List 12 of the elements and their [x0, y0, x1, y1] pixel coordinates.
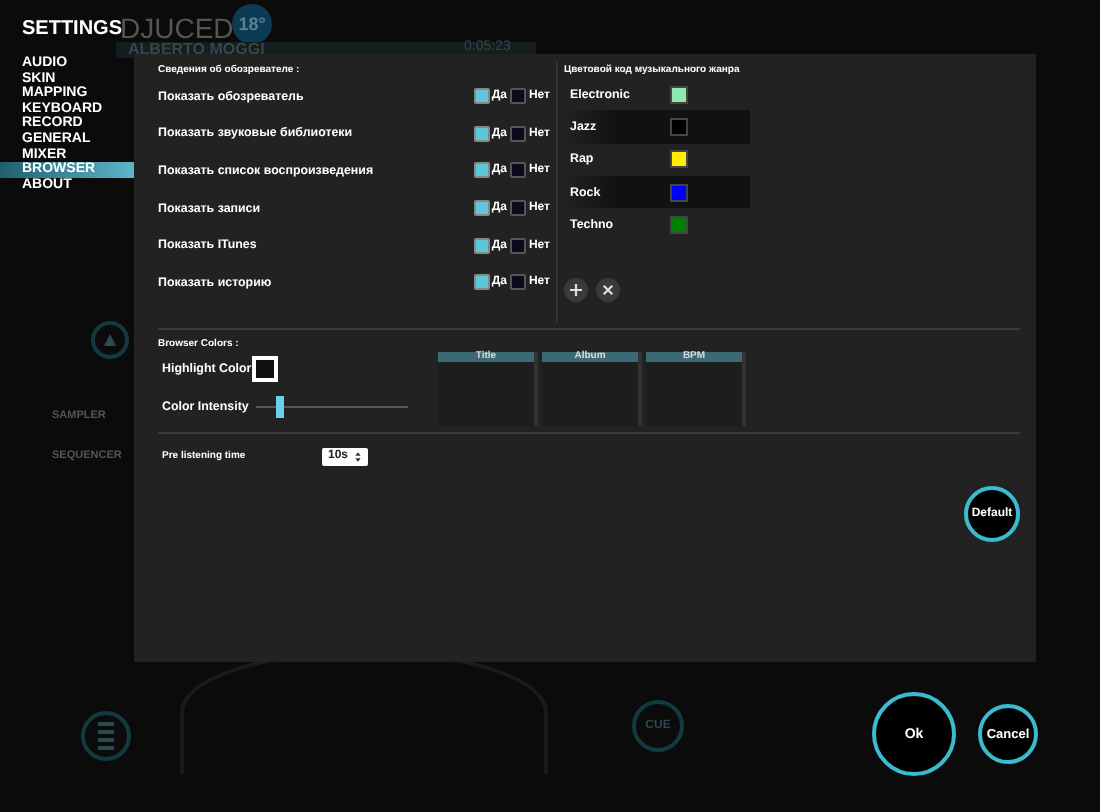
version-badge: 18° — [232, 4, 272, 44]
highlight-color-swatch[interactable] — [251, 355, 278, 381]
genre-color-swatch[interactable] — [670, 150, 688, 169]
close-icon[interactable] — [596, 278, 620, 303]
genre-color-swatch[interactable] — [670, 85, 688, 104]
app-logo: DJUCED — [120, 12, 234, 44]
add-icon[interactable] — [564, 278, 588, 303]
slider-thumb[interactable] — [275, 395, 284, 417]
stepper-arrows-icon — [354, 449, 363, 463]
genre-color-swatch[interactable] — [670, 215, 688, 234]
genre-color-swatch[interactable] — [670, 183, 688, 202]
genre-color-swatch[interactable] — [670, 117, 688, 136]
